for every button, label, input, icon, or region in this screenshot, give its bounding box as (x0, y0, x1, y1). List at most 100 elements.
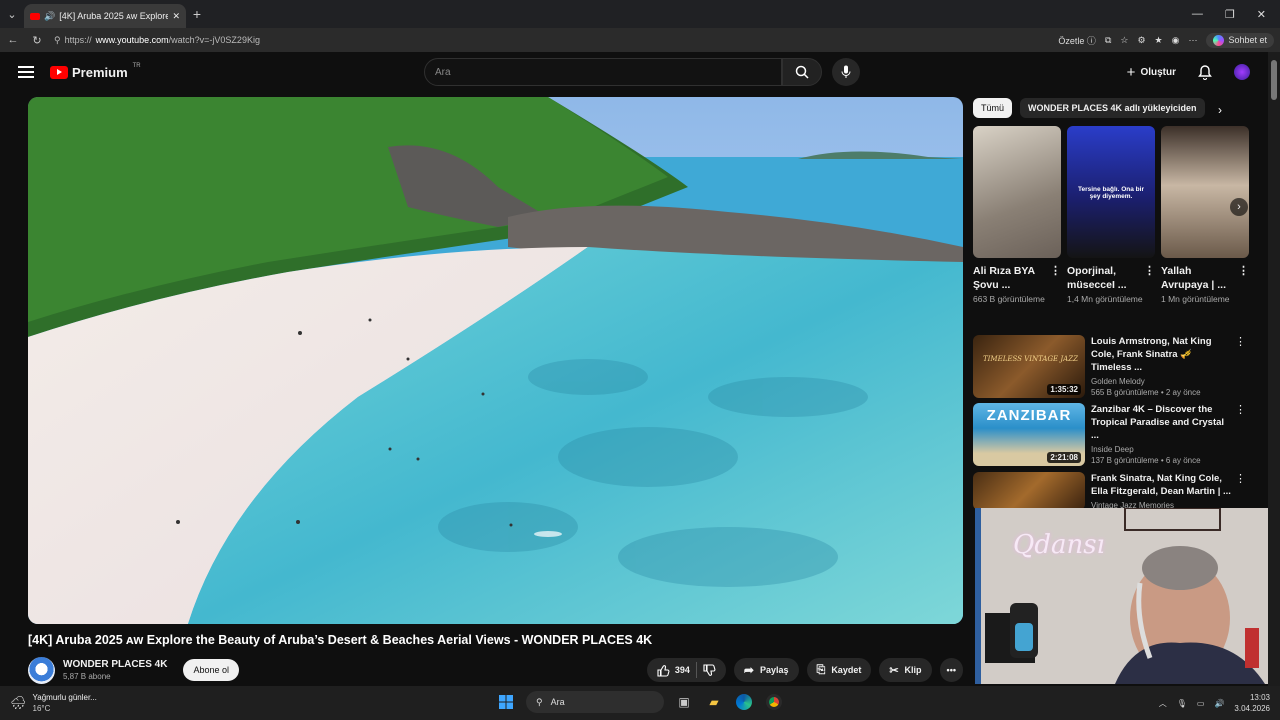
subscribe-button[interactable]: Abone ol (183, 659, 239, 681)
more-menu-icon[interactable]: ··· (1188, 35, 1197, 45)
related-filter-chips: Tümü WONDER PLACES 4K adlı yükleyiciden (973, 98, 1205, 118)
short-item[interactable]: Ali Rıza BYA Şovu ... ⋮ 663 B görüntüleme (973, 126, 1061, 306)
chip-from-uploader[interactable]: WONDER PLACES 4K adlı yükleyiciden (1020, 98, 1205, 118)
voice-search-button[interactable] (832, 58, 860, 86)
save-button[interactable]: ⎘ Kaydet (806, 658, 872, 682)
short-menu-icon[interactable]: ⋮ (1238, 264, 1249, 278)
minimize-icon[interactable]: — (1192, 8, 1203, 21)
channel-name[interactable]: WONDER PLACES 4K (63, 659, 167, 670)
url-field[interactable]: ⚲ https://www.youtube.com/watch?v=-jV0SZ… (54, 35, 260, 46)
recommendation-channel[interactable]: Golden Melody (1091, 377, 1234, 386)
file-explorer-icon[interactable]: ▰ (704, 692, 724, 712)
recommendation-title[interactable]: Louis Armstrong, Nat King Cole, Frank Si… (1091, 335, 1234, 374)
youtube-premium-logo[interactable]: Premium TR (50, 63, 141, 80)
thumbs-up-icon (657, 664, 670, 677)
video-player[interactable] (28, 97, 963, 624)
rain-cloud-icon: 🌧 (10, 695, 27, 710)
notifications-bell-icon[interactable] (1198, 64, 1212, 80)
short-title[interactable]: Oporjinal, müsecceI ... ⋮ (1067, 264, 1155, 292)
recommendation-menu-icon[interactable]: ⋮ (1235, 472, 1246, 485)
recommendation-title[interactable]: Zanzibar 4K – Discover the Tropical Para… (1091, 403, 1234, 442)
create-label: Oluştur (1140, 66, 1176, 78)
more-actions-button[interactable]: ••• (939, 658, 963, 682)
short-thumbnail[interactable]: Tersine bağlı. Ona bir şey diyemem. (1067, 126, 1155, 258)
search-button[interactable] (782, 58, 822, 86)
short-thumbnail[interactable] (1161, 126, 1249, 258)
windows-start-icon[interactable] (496, 692, 516, 712)
chrome-browser-icon[interactable] (764, 692, 784, 712)
back-icon[interactable]: ← (6, 34, 20, 46)
short-menu-icon[interactable]: ⋮ (1050, 264, 1061, 278)
page-scrollbar-track[interactable] (1268, 52, 1280, 686)
clock[interactable]: 13:03 3.04.2026 (1234, 692, 1270, 714)
site-info-icon[interactable]: ⚲ (54, 35, 61, 46)
taskbar-center: ⚲ Ara ▣ ▰ (496, 691, 784, 713)
guide-menu-icon[interactable] (18, 66, 34, 78)
create-button[interactable]: + Oluştur (1127, 64, 1176, 81)
extension-icon[interactable]: ⚙ (1137, 35, 1145, 46)
recommendation-meta: Frank Sinatra, Nat King Cole, Ella Fitzg… (1091, 472, 1248, 510)
favorites-icon[interactable]: ★ (1155, 35, 1163, 46)
tab-title: [4K] Aruba 2025 ᴀᴡ Explore t (59, 11, 169, 21)
video-title: [4K] Aruba 2025 ᴀᴡ Explore the Beauty of… (28, 633, 653, 647)
window-close-icon[interactable]: ✕ (1257, 8, 1266, 21)
volume-icon[interactable]: 🔊 (1214, 699, 1224, 708)
tab-list-chevron-icon[interactable]: ⌄ (0, 0, 24, 28)
summarize-button[interactable]: Özetle ⓘ (1058, 34, 1096, 47)
taskbar-search[interactable]: ⚲ Ara (526, 691, 664, 713)
chip-all[interactable]: Tümü (973, 98, 1013, 118)
recommendation-item[interactable]: Frank Sinatra, Nat King Cole, Ella Fitzg… (973, 472, 1248, 510)
video-frame-beach (28, 97, 963, 624)
recommendation-title[interactable]: Frank Sinatra, Nat King Cole, Ella Fitzg… (1091, 472, 1234, 498)
profile-icon[interactable]: ◉ (1172, 35, 1180, 46)
extensions-icon[interactable]: ⧉ (1105, 35, 1111, 46)
short-menu-icon[interactable]: ⋮ (1144, 264, 1155, 278)
more-horizontal-icon: ••• (946, 665, 956, 675)
clip-button[interactable]: ✂ Klip (879, 658, 932, 682)
recommendation-menu-icon[interactable]: ⋮ (1235, 335, 1246, 348)
like-button[interactable]: 394 (657, 664, 690, 677)
duration-badge: 2:21:08 (1047, 452, 1081, 463)
recommendation-thumbnail[interactable]: ZANZIBAR 2:21:08 (973, 403, 1085, 466)
chips-next-chevron-icon[interactable]: › (1218, 103, 1222, 117)
shorts-next-chevron-icon[interactable]: › (1230, 198, 1248, 216)
weather-widget[interactable]: 🌧 Yağmurlu günler... 16°C (10, 693, 97, 713)
search-input[interactable]: Ara (424, 58, 782, 86)
recommendation-item[interactable]: TIMELESS VINTAGE JAZZ 1:35:32 Louis Arms… (973, 335, 1248, 398)
short-views: 1 Mn görüntüleme (1161, 294, 1230, 304)
recommendation-thumbnail[interactable] (973, 472, 1085, 510)
reload-icon[interactable]: ↻ (30, 34, 44, 47)
search-icon (795, 65, 809, 79)
network-icon[interactable]: ▭ (1197, 699, 1205, 708)
short-thumbnail[interactable] (973, 126, 1061, 258)
recommendation-item[interactable]: ZANZIBAR 2:21:08 Zanzibar 4K – Discover … (973, 403, 1248, 466)
favorite-star-icon[interactable]: ☆ (1120, 35, 1128, 46)
restore-icon[interactable]: ❐ (1225, 8, 1235, 21)
video-actions: 394 ➦ Paylaş ⎘ Kaydet ✂ Klip ••• (646, 658, 963, 682)
account-avatar[interactable] (1234, 64, 1250, 80)
recommendation-menu-icon[interactable]: ⋮ (1235, 403, 1246, 416)
thumbs-down-icon[interactable] (703, 663, 716, 677)
url-path: /watch?v=-jV0SZ29Kig (168, 35, 260, 45)
speaker-icon[interactable]: 🔊 (44, 11, 55, 22)
share-button[interactable]: ➦ Paylaş (733, 658, 799, 682)
copilot-chat-button[interactable]: Sohbet et (1206, 32, 1274, 48)
short-title[interactable]: Ali Rıza BYA Şovu ... ⋮ (973, 264, 1061, 292)
windows-taskbar: 🌧 Yağmurlu günler... 16°C ⚲ Ara ▣ ▰ ︿ 🎙 ▭… (0, 686, 1280, 720)
microphone-tray-icon[interactable]: 🎙 (1177, 699, 1187, 708)
task-view-icon[interactable]: ▣ (674, 692, 694, 712)
short-item[interactable]: Tersine bağlı. Ona bir şey diyemem. Opor… (1067, 126, 1155, 306)
new-tab-button[interactable]: + (186, 6, 208, 22)
edge-browser-icon[interactable] (734, 692, 754, 712)
tab-close-icon[interactable]: ✕ (172, 11, 180, 22)
short-title[interactable]: Yallah Avrupaya | ... ⋮ (1161, 264, 1249, 292)
recommendation-thumbnail[interactable]: TIMELESS VINTAGE JAZZ 1:35:32 (973, 335, 1085, 398)
recommendation-meta: Zanzibar 4K – Discover the Tropical Para… (1091, 403, 1248, 466)
recommendation-views: 137 B görüntüleme • 6 ay önce (1091, 456, 1201, 465)
short-item[interactable]: Yallah Avrupaya | ... ⋮ 1 Mn görüntüleme (1161, 126, 1249, 306)
page-scrollbar-thumb[interactable] (1271, 60, 1277, 100)
tray-overflow-chevron-icon[interactable]: ︿ (1159, 698, 1167, 709)
browser-tab-active[interactable]: 🔊 [4K] Aruba 2025 ᴀᴡ Explore t ✕ (24, 4, 186, 28)
recommendation-channel[interactable]: Inside Deep (1091, 445, 1234, 454)
channel-avatar[interactable] (28, 656, 55, 684)
